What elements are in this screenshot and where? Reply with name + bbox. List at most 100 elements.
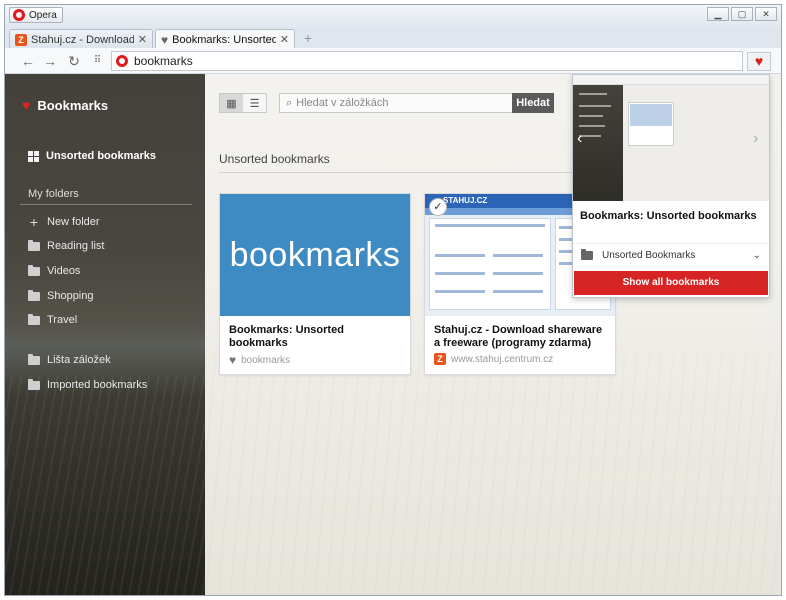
sidebar-item-new-folder[interactable]: + New folder — [28, 214, 100, 230]
sidebar-title: ♥ Bookmarks — [22, 97, 108, 113]
folder-icon — [28, 378, 40, 390]
window-controls: ▁ ▢ ✕ — [707, 7, 777, 21]
bookmark-url: ♥ bookmarks — [229, 354, 290, 366]
bookmark-url: Z www.stahuj.centrum.cz — [434, 353, 553, 365]
selected-check-icon[interactable]: ✓ — [429, 198, 447, 216]
search-icon: ⌕ — [286, 96, 293, 109]
sidebar-item-label: New folder — [47, 216, 100, 228]
grid-icon — [28, 150, 39, 162]
bookmark-search-input[interactable]: ⌕ Hledat v záložkách — [279, 93, 513, 113]
chevron-right-icon[interactable]: › — [753, 130, 758, 148]
minimize-button[interactable]: ▁ — [707, 7, 729, 21]
sidebar-title-label: Bookmarks — [37, 97, 109, 113]
folder-icon — [28, 239, 40, 251]
sidebar-item-unsorted[interactable]: Unsorted bookmarks — [28, 150, 156, 162]
folder-icon — [581, 249, 593, 260]
sidebar-item-imported[interactable]: Imported bookmarks — [28, 378, 148, 391]
folder-select[interactable]: Unsorted Bookmarks ⌄ — [573, 243, 769, 267]
sidebar-item-videos[interactable]: Videos — [28, 264, 81, 277]
bookmark-popup: ‹ › Bookmarks: Unsorted bookmarks Unsort… — [572, 74, 770, 298]
show-all-bookmarks-button[interactable]: Show all bookmarks — [574, 271, 768, 295]
forward-arrow-icon[interactable]: → — [42, 53, 58, 69]
tab-strip: Z Stahuj.cz - Download shareware ✕ ♥ Boo… — [5, 27, 781, 49]
address-text: bookmarks — [134, 54, 193, 68]
tab-close-icon[interactable]: ✕ — [138, 33, 147, 46]
back-arrow-icon[interactable]: ← — [20, 53, 36, 69]
tab-stahuj[interactable]: Z Stahuj.cz - Download shareware ✕ — [9, 29, 153, 49]
opera-badge-icon — [116, 55, 128, 67]
sidebar-background-image — [5, 375, 205, 595]
site-line — [435, 272, 485, 275]
sidebar-item-label: Travel — [47, 314, 78, 326]
divider — [20, 204, 192, 205]
view-toggle: ▦ ☰ — [219, 93, 267, 113]
heart-icon: ♥ — [22, 97, 31, 113]
tab-close-icon[interactable]: ✕ — [280, 33, 289, 46]
title-bar: Opera ▁ ▢ ✕ — [5, 5, 781, 27]
site-line — [493, 290, 543, 293]
popup-page-preview: ‹ › — [573, 75, 769, 201]
sidebar-item-travel[interactable]: Travel — [28, 313, 78, 326]
search-placeholder: Hledat v záložkách — [296, 97, 389, 109]
bookmark-title: Bookmarks: Unsorted bookmarks — [229, 324, 344, 349]
maximize-button[interactable]: ▢ — [731, 7, 753, 21]
section-title: Unsorted bookmarks — [219, 152, 330, 166]
site-logo: STAHUJ.CZ — [443, 196, 488, 205]
stahuj-favicon-icon: Z — [434, 353, 446, 365]
preview-toolbar — [573, 75, 769, 85]
bookmark-thumbnail: bookmarks — [220, 194, 410, 316]
bookmark-title: Stahuj.cz - Download shareware a freewar… — [434, 324, 603, 349]
page-content: ♥ Bookmarks Unsorted bookmarks My folder… — [5, 74, 781, 595]
list-view-icon[interactable]: ☰ — [243, 94, 266, 112]
sidebar-item-label: Lišta záložek — [47, 354, 111, 366]
sidebar-item-lista-zalozek[interactable]: Lišta záložek — [28, 353, 111, 366]
heart-icon: ♥ — [229, 353, 237, 367]
popup-title: Bookmarks: Unsorted bookmarks — [580, 210, 757, 222]
tab-label: Stahuj.cz - Download shareware — [31, 33, 134, 46]
address-bar[interactable]: bookmarks — [111, 51, 743, 71]
my-folders-heading: My folders — [28, 188, 79, 200]
sidebar-item-label: Imported bookmarks — [47, 379, 148, 391]
main-background-image — [205, 355, 781, 595]
bookmark-card[interactable]: bookmarks Bookmarks: Unsorted bookmarks … — [219, 193, 411, 375]
preview-card — [628, 102, 674, 146]
tab-label: Bookmarks: Unsorted bookmarks — [172, 33, 276, 46]
navigation-bar: ← → ↻ ⠿ bookmarks ♥ — [5, 48, 781, 74]
sidebar-item-shopping[interactable]: Shopping — [28, 289, 94, 302]
folder-icon — [28, 313, 40, 325]
stahuj-favicon-icon: Z — [15, 33, 27, 46]
grid-view-icon[interactable]: ▦ — [220, 94, 243, 112]
sidebar-item-label: Reading list — [47, 240, 105, 252]
sidebar-item-label: Videos — [47, 265, 81, 277]
site-line — [493, 272, 543, 275]
opera-menu-label: Opera — [29, 9, 57, 21]
site-column — [429, 218, 551, 310]
chevron-down-icon: ⌄ — [752, 250, 761, 261]
sidebar-item-reading-list[interactable]: Reading list — [28, 239, 105, 252]
plus-icon: + — [29, 214, 39, 230]
site-line — [435, 224, 545, 227]
folder-icon — [28, 264, 40, 276]
site-line — [493, 254, 543, 257]
browser-window: Opera ▁ ▢ ✕ Z Stahuj.cz - Download share… — [4, 4, 782, 596]
bookmark-heart-button[interactable]: ♥ — [747, 52, 771, 71]
speed-dial-grid-icon[interactable]: ⠿ — [89, 53, 105, 69]
divider — [219, 172, 589, 173]
opera-logo-icon — [13, 9, 25, 21]
site-line — [435, 290, 485, 293]
close-window-button[interactable]: ✕ — [755, 7, 777, 21]
heart-icon: ♥ — [161, 32, 169, 47]
reload-icon[interactable]: ↻ — [66, 53, 82, 69]
sidebar-item-label: Unsorted bookmarks — [46, 150, 157, 162]
tab-bookmarks[interactable]: ♥ Bookmarks: Unsorted bookmarks ✕ — [155, 29, 295, 49]
folder-icon — [28, 289, 40, 301]
bookmark-url-text: www.stahuj.centrum.cz — [451, 353, 554, 365]
chevron-left-icon[interactable]: ‹ — [577, 130, 582, 148]
new-tab-icon[interactable]: + — [301, 31, 315, 45]
folder-icon — [28, 353, 40, 365]
site-line — [435, 254, 485, 257]
search-button[interactable]: Hledat — [512, 93, 554, 113]
sidebar-item-label: Shopping — [47, 290, 94, 302]
folder-select-label: Unsorted Bookmarks — [602, 250, 696, 261]
opera-menu-button[interactable]: Opera — [9, 7, 63, 23]
